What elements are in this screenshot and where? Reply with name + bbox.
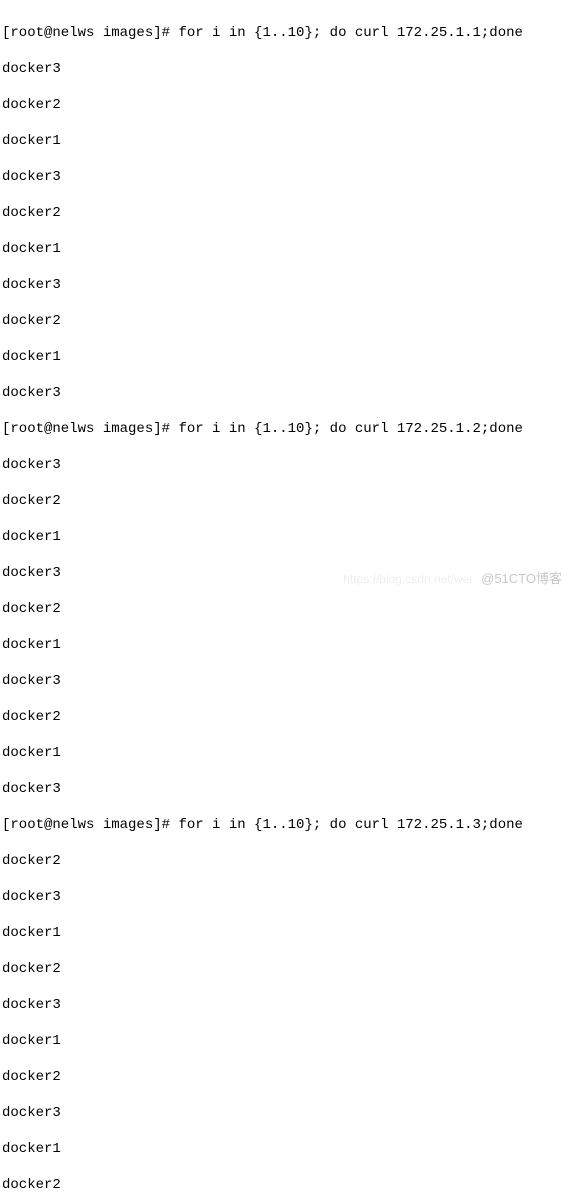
output-line: docker2 (2, 1176, 570, 1194)
output-line: docker1 (2, 636, 570, 654)
output-line: docker1 (2, 132, 570, 150)
output-line: docker3 (2, 564, 570, 582)
output-line: docker2 (2, 852, 570, 870)
command-text: for i in {1..10}; do curl 172.25.1.2;don… (178, 421, 522, 437)
output-line: docker3 (2, 60, 570, 78)
output-line: docker3 (2, 456, 570, 474)
command-line[interactable]: [root@nelws images]# for i in {1..10}; d… (2, 24, 570, 42)
output-line: docker3 (2, 996, 570, 1014)
output-line: docker2 (2, 312, 570, 330)
prompt: [root@nelws images]# (2, 421, 178, 437)
command-text: for i in {1..10}; do curl 172.25.1.3;don… (178, 817, 522, 833)
output-line: docker2 (2, 96, 570, 114)
command-line[interactable]: [root@nelws images]# for i in {1..10}; d… (2, 816, 570, 834)
output-line: docker3 (2, 384, 570, 402)
output-line: docker1 (2, 1032, 570, 1050)
output-line: docker1 (2, 240, 570, 258)
output-line: docker3 (2, 780, 570, 798)
prompt: [root@nelws images]# (2, 25, 178, 41)
output-line: docker1 (2, 1140, 570, 1158)
output-line: docker2 (2, 600, 570, 618)
output-line: docker2 (2, 708, 570, 726)
output-line: docker3 (2, 168, 570, 186)
output-line: docker1 (2, 744, 570, 762)
output-line: docker2 (2, 1068, 570, 1086)
output-line: docker1 (2, 528, 570, 546)
command-line[interactable]: [root@nelws images]# for i in {1..10}; d… (2, 420, 570, 438)
terminal-output: [root@nelws images]# for i in {1..10}; d… (2, 6, 570, 1200)
output-line: docker1 (2, 924, 570, 942)
output-line: docker2 (2, 204, 570, 222)
output-line: docker2 (2, 960, 570, 978)
output-line: docker2 (2, 492, 570, 510)
output-line: docker1 (2, 348, 570, 366)
output-line: docker3 (2, 1104, 570, 1122)
command-text: for i in {1..10}; do curl 172.25.1.1;don… (178, 25, 522, 41)
output-line: docker3 (2, 888, 570, 906)
prompt: [root@nelws images]# (2, 817, 178, 833)
output-line: docker3 (2, 276, 570, 294)
output-line: docker3 (2, 672, 570, 690)
